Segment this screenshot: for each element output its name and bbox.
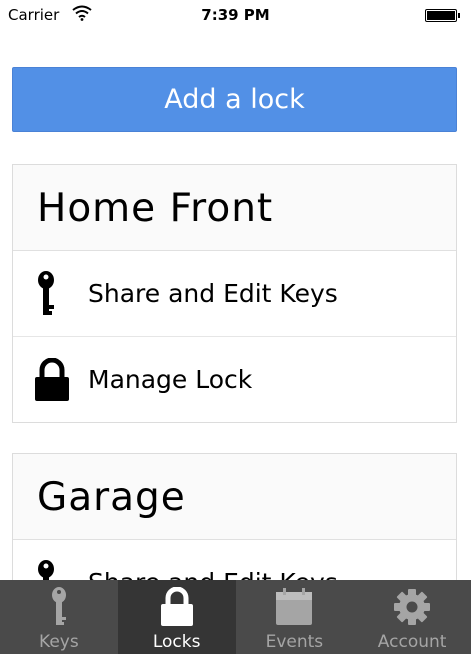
battery-icon [425,9,460,22]
tab-bar: Keys Locks Events Account [0,580,471,654]
tab-events[interactable]: Events [236,580,354,654]
tab-label: Account [377,632,447,652]
calendar-icon [236,586,354,628]
status-time: 7:39 PM [201,6,270,24]
tab-label: Locks [152,632,201,652]
tab-label: Keys [39,632,79,652]
manage-lock-row[interactable]: Manage Lock [13,337,456,422]
tab-label: Events [265,632,324,652]
tab-keys[interactable]: Keys [0,580,118,654]
status-bar: Carrier 7:39 PM [0,0,471,34]
lock-icon [118,586,236,628]
key-icon [33,251,59,336]
share-edit-keys-label: Share and Edit Keys [88,279,338,308]
gear-icon [353,586,471,628]
key-icon [0,586,118,628]
lock-name: Garage [13,454,456,540]
tab-locks[interactable]: Locks [117,580,236,654]
add-lock-button[interactable]: Add a lock [12,67,457,132]
lock-name: Home Front [13,165,456,251]
manage-lock-label: Manage Lock [88,365,253,394]
tab-account[interactable]: Account [353,580,471,654]
share-edit-keys-row[interactable]: Share and Edit Keys [13,251,456,337]
lock-icon [33,337,71,422]
lock-card-home-front: Home Front Share and Edit Keys Manage Lo… [12,164,457,423]
